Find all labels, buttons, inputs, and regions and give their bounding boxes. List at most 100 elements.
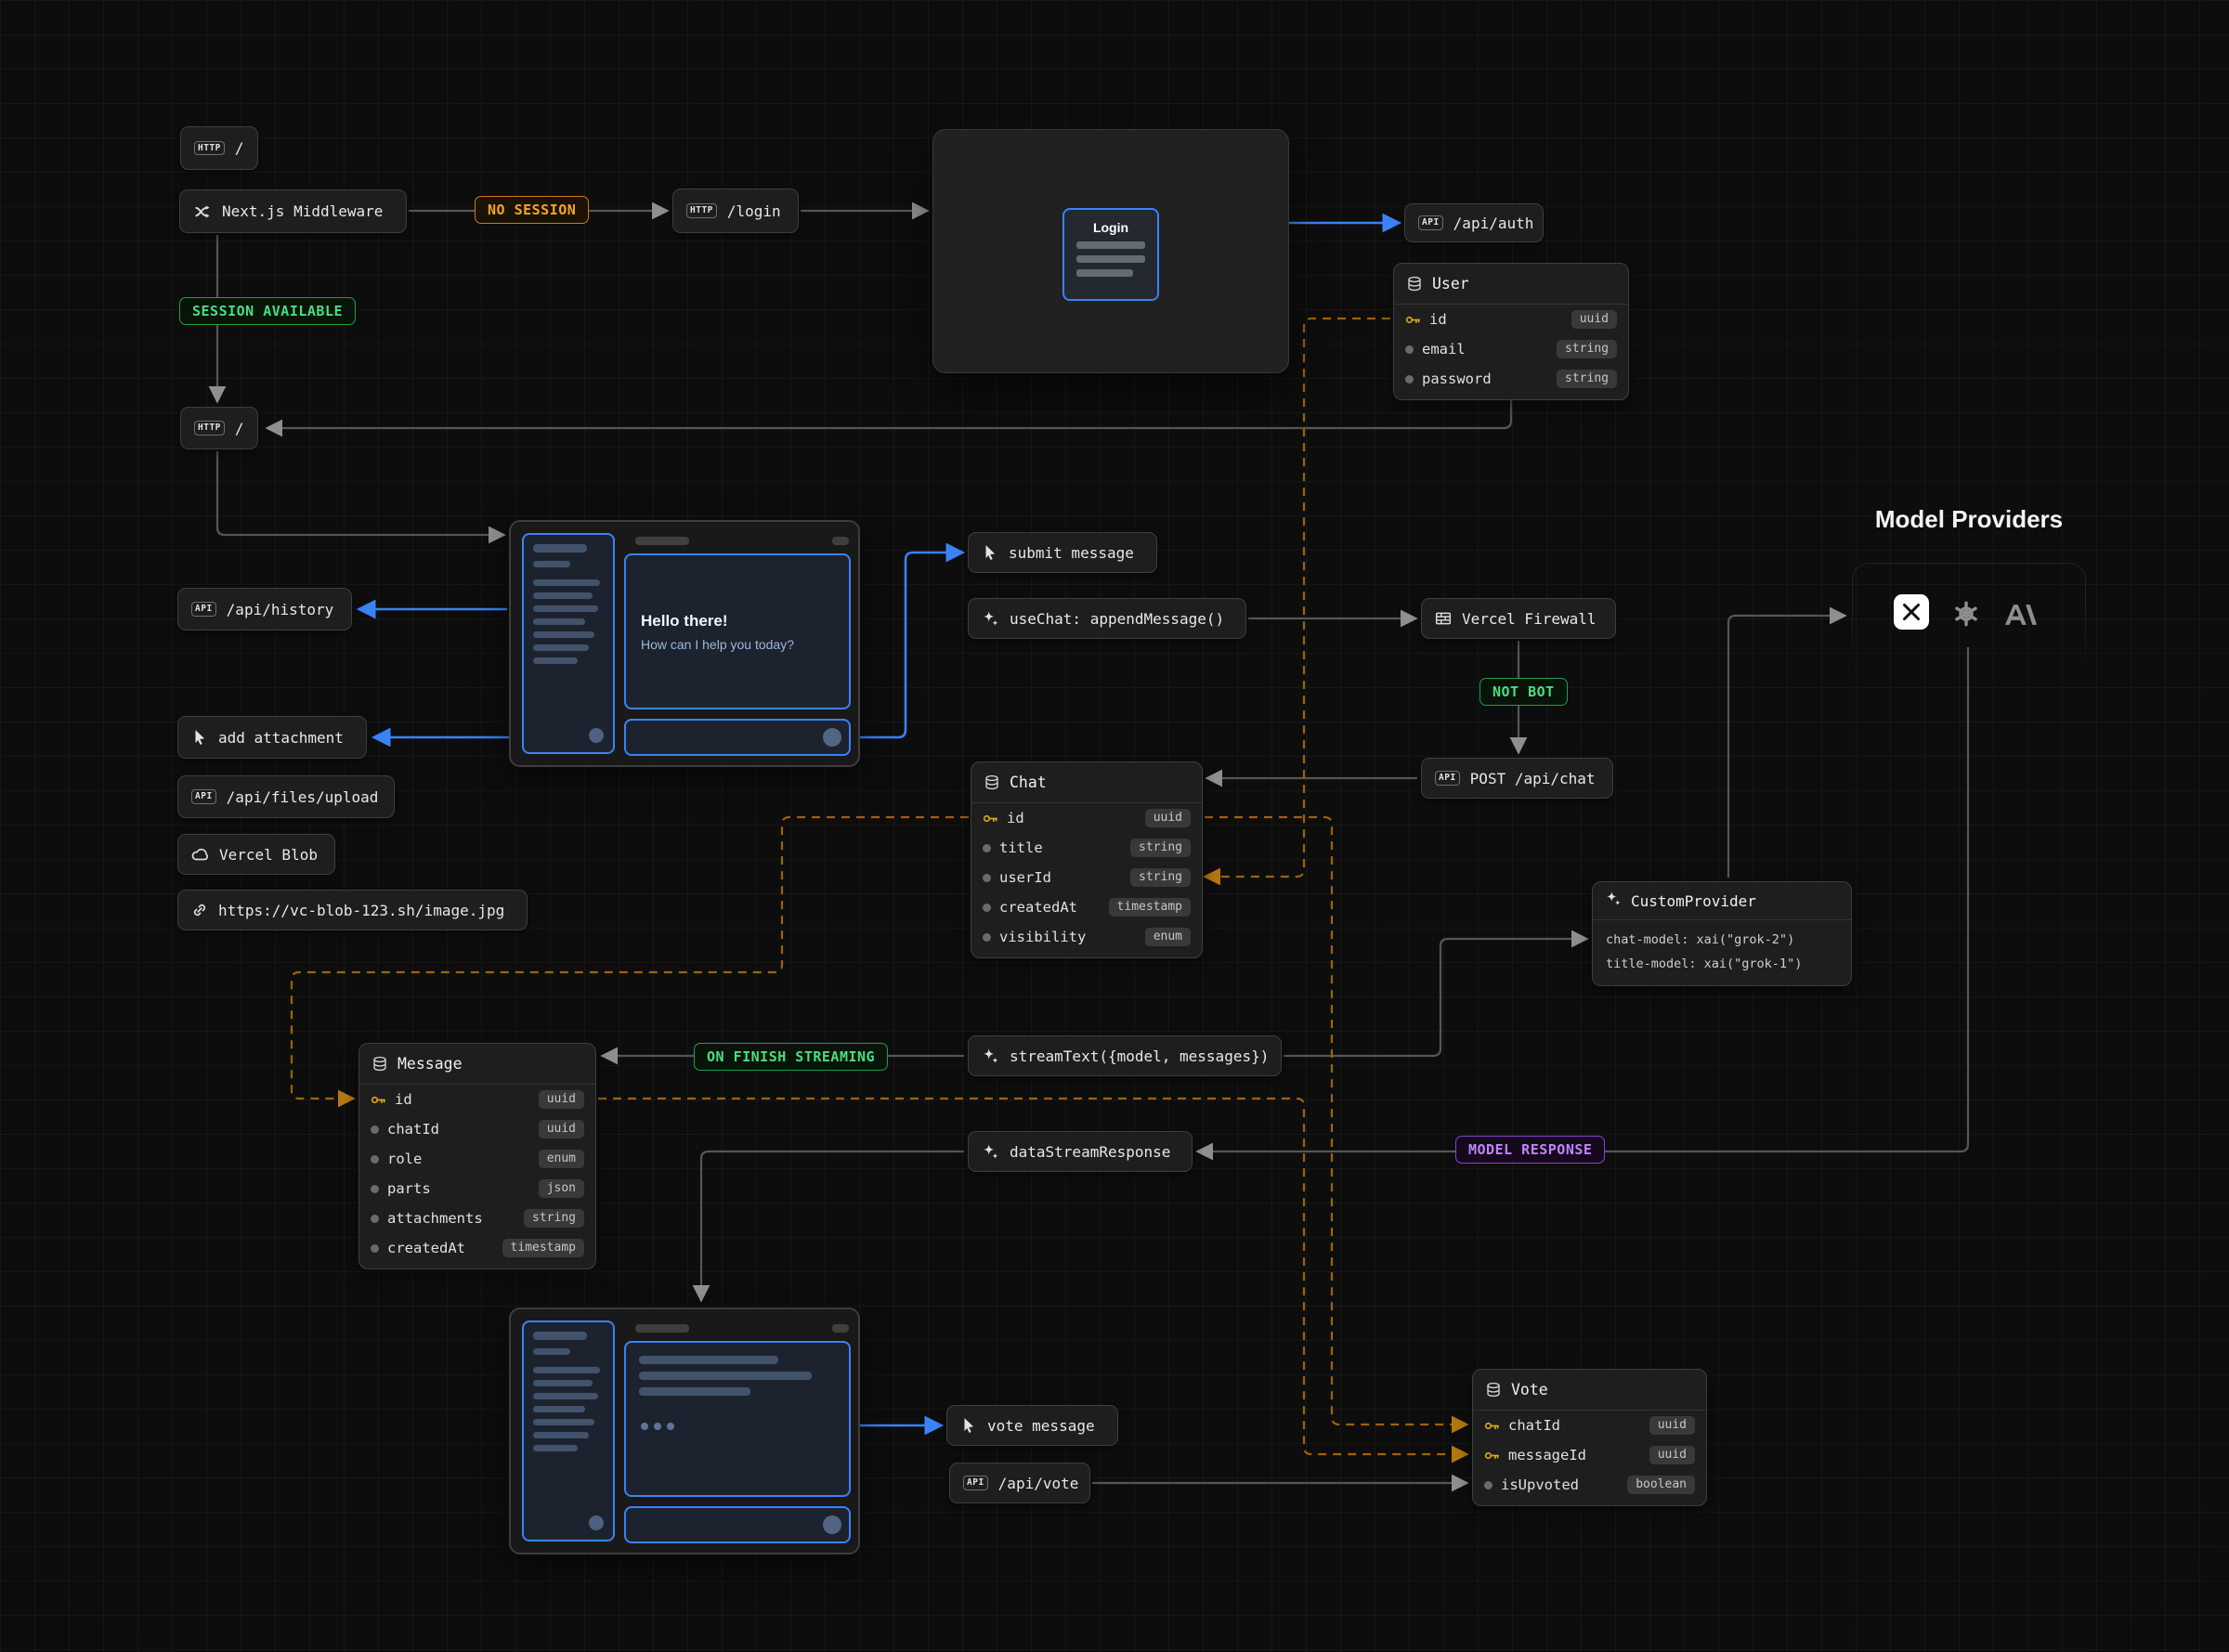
sidebar-skeleton-line: [533, 644, 589, 651]
node-label: /api/history: [227, 601, 334, 618]
node-api-files-upload: API /api/files/upload: [177, 775, 395, 818]
blob-cloud-icon: [191, 846, 209, 864]
node-vercel-firewall: Vercel Firewall: [1421, 598, 1616, 639]
field-dot-icon: [983, 844, 991, 852]
field-name: id: [1007, 810, 1024, 826]
table-row: isUpvoted boolean: [1473, 1470, 1706, 1500]
form-skeleton-line: [1076, 241, 1145, 249]
cursor-icon: [960, 1417, 977, 1434]
key-icon: [1484, 1448, 1500, 1463]
node-vote-message: vote message: [946, 1405, 1118, 1446]
sidebar-skeleton-line: [533, 1445, 578, 1451]
field-name: createdAt: [999, 899, 1077, 916]
sidebar-skeleton-line: [533, 561, 570, 567]
field-type: uuid: [1649, 1416, 1695, 1436]
field-type: enum: [539, 1150, 584, 1169]
field-name: role: [387, 1151, 422, 1167]
node-label: /api/vote: [998, 1475, 1079, 1492]
table-row: userId string: [971, 863, 1202, 892]
chat-model-config: chat-model: xai("grok-2"): [1606, 928, 1838, 952]
table-title: Chat: [1010, 774, 1047, 791]
sidebar-skeleton-line: [533, 1419, 594, 1425]
node-datastream-response: dataStreamResponse: [968, 1131, 1193, 1172]
edge-datastream-to-chatui2: [701, 1151, 964, 1298]
chat-input-mock: [624, 1506, 851, 1543]
table-header: Vote: [1473, 1370, 1706, 1411]
field-dot-icon: [983, 904, 991, 912]
table-row: email string: [1394, 334, 1628, 364]
sidebar-skeleton-line: [533, 1380, 593, 1386]
topbar-skeleton: [635, 1324, 689, 1333]
topbar-skeleton: [635, 537, 689, 545]
field-name: visibility: [999, 929, 1086, 945]
middleware-icon: [193, 202, 212, 221]
field-dot-icon: [371, 1155, 379, 1164]
field-name: messageId: [1508, 1447, 1586, 1463]
field-type: string: [1130, 839, 1191, 858]
node-label: submit message: [1009, 544, 1134, 562]
field-name: parts: [387, 1180, 431, 1197]
table-row: role enum: [359, 1144, 595, 1174]
field-dot-icon: [983, 933, 991, 942]
node-label: useChat: appendMessage(): [1010, 610, 1224, 628]
table-row: messageId uuid: [1473, 1440, 1706, 1470]
send-button-mock: [823, 1515, 841, 1534]
api-icon: API: [191, 602, 216, 617]
greeting-title: Hello there!: [641, 612, 849, 631]
node-add-attachment: add attachment: [177, 716, 367, 759]
field-type: string: [1130, 868, 1191, 888]
chat-sidebar: [522, 533, 615, 754]
sparkles-icon: [982, 1047, 999, 1065]
sparkles-icon: [982, 1143, 999, 1161]
field-type: enum: [1145, 928, 1191, 947]
anthropic-logo-icon: [2004, 602, 2038, 628]
openai-logo-icon: [1951, 599, 1981, 629]
chat-sidebar: [522, 1320, 615, 1541]
node-blob-url: https://vc-blob-123.sh/image.jpg: [177, 890, 528, 930]
chat-input-mock: [624, 719, 851, 756]
table-row: title string: [971, 833, 1202, 863]
table-title: Vote: [1511, 1381, 1548, 1398]
table-header: User: [1394, 264, 1628, 305]
node-api-vote: API /api/vote: [949, 1463, 1090, 1503]
message-skeleton-line: [639, 1387, 750, 1396]
database-icon: [1485, 1382, 1502, 1398]
node-label: dataStreamResponse: [1010, 1143, 1170, 1161]
node-label: /: [235, 420, 244, 437]
table-vote: Vote chatId uuid messageId uuid isUpvote…: [1472, 1369, 1707, 1506]
http-icon: HTTP: [686, 203, 717, 218]
table-row: chatId uuid: [359, 1114, 595, 1144]
field-type: timestamp: [1109, 898, 1191, 917]
node-label: /api/auth: [1453, 215, 1534, 232]
database-icon: [1406, 276, 1423, 293]
sidebar-skeleton-line: [533, 592, 593, 599]
field-name: id: [1429, 311, 1447, 328]
table-row: visibility enum: [971, 922, 1202, 952]
table-row: parts json: [359, 1174, 595, 1203]
field-dot-icon: [371, 1185, 379, 1193]
api-icon: API: [1435, 771, 1460, 786]
typing-dot: [667, 1423, 674, 1430]
edge-root-to-chatui: [217, 451, 502, 535]
field-type: uuid: [1649, 1446, 1695, 1465]
table-message: Message id uuid chatId uuid role enum pa…: [358, 1043, 596, 1269]
typing-dot: [641, 1423, 648, 1430]
table-row: id uuid: [359, 1085, 595, 1114]
table-row: createdAt timestamp: [971, 892, 1202, 922]
http-icon: HTTP: [194, 141, 225, 156]
database-icon: [984, 774, 1000, 791]
login-card: Login: [1062, 208, 1159, 301]
api-icon: API: [191, 789, 216, 804]
node-vercel-blob: Vercel Blob: [177, 834, 335, 875]
field-dot-icon: [371, 1215, 379, 1223]
table-user: User id uuid email string password strin…: [1393, 263, 1629, 400]
field-name: createdAt: [387, 1240, 465, 1256]
chat-ui-mock-2: [509, 1307, 860, 1554]
node-label: Vercel Firewall: [1462, 610, 1597, 628]
field-name: password: [1422, 371, 1492, 387]
node-custom-provider: CustomProvider chat-model: xai("grok-2")…: [1592, 881, 1852, 986]
architecture-diagram-canvas: HTTP / Next.js Middleware NO SESSION HTT…: [0, 0, 2229, 1652]
table-row: password string: [1394, 364, 1628, 394]
login-screen-mock: Login: [932, 129, 1289, 373]
node-post-api-chat: API POST /api/chat: [1421, 758, 1613, 799]
